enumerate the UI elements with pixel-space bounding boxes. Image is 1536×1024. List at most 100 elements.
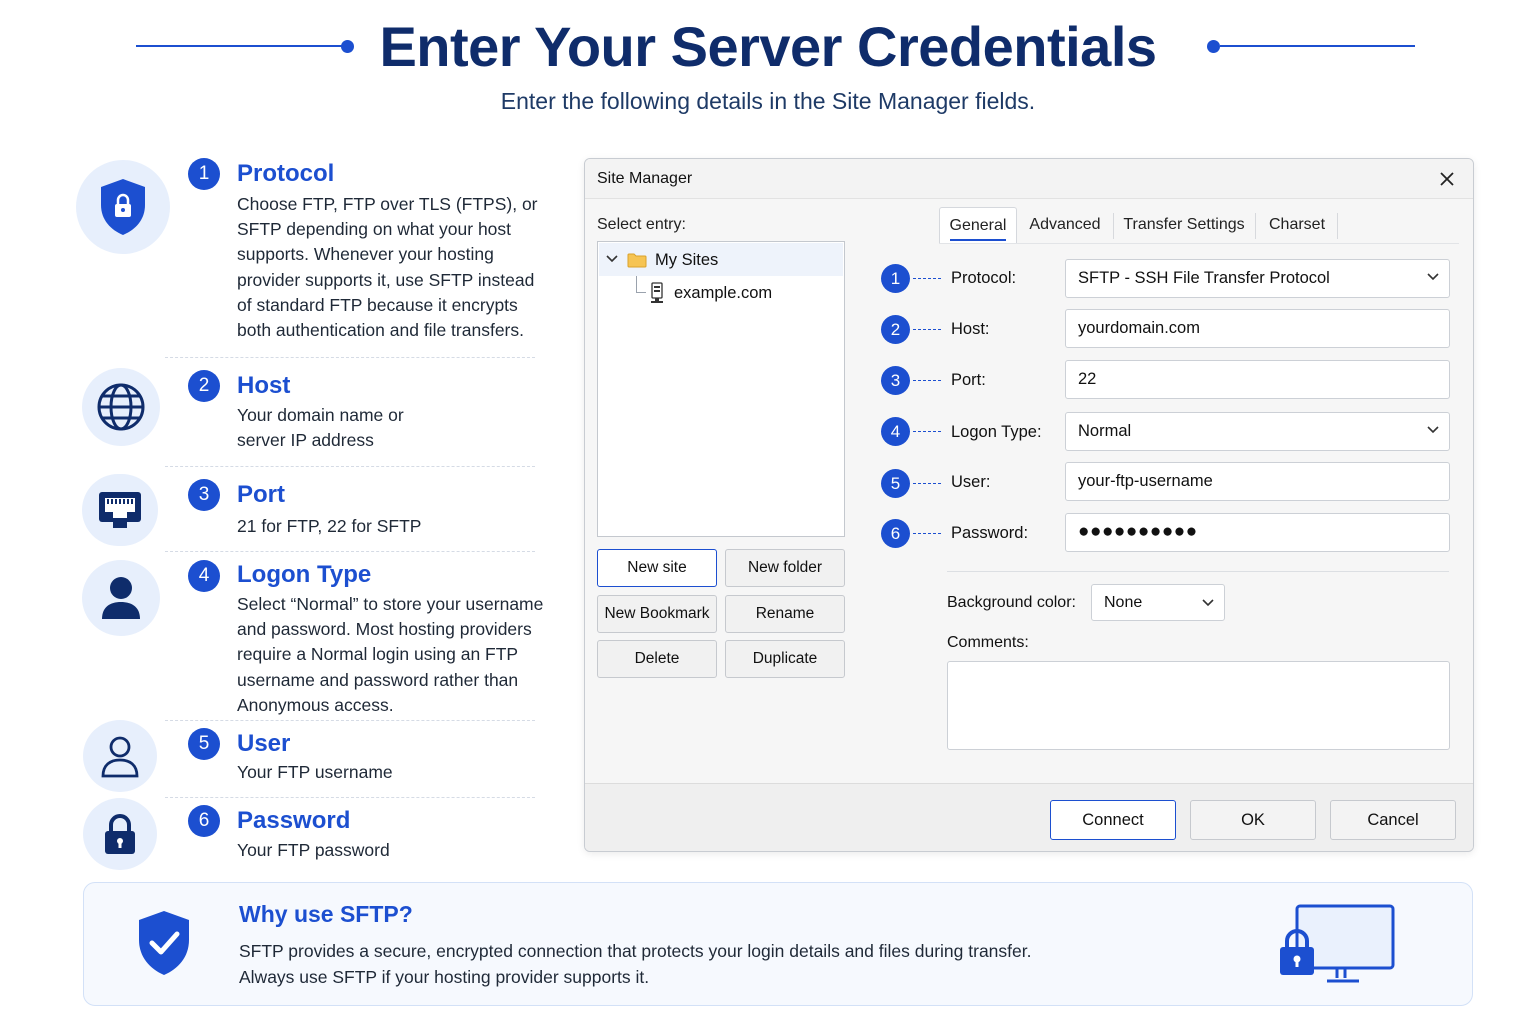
- step-description: 21 for FTP, 22 for SFTP: [237, 516, 422, 536]
- network-port-icon: [82, 474, 158, 546]
- background-color-label: Background color:: [947, 594, 1076, 611]
- step-divider: [165, 551, 535, 552]
- duplicate-button[interactable]: Duplicate: [725, 640, 845, 678]
- user-outline-icon: [83, 720, 157, 792]
- field-number-badge: 5: [881, 469, 910, 498]
- new-site-button[interactable]: New site: [597, 549, 717, 587]
- rename-button[interactable]: Rename: [725, 595, 845, 633]
- new-folder-button[interactable]: New folder: [725, 549, 845, 587]
- why-sftp-panel: Why use SFTP? SFTP provides a secure, en…: [83, 882, 1473, 1006]
- step-number: 6: [188, 805, 220, 837]
- tab-divider: [1113, 213, 1114, 239]
- page-subtitle: Enter the following details in the Site …: [500, 88, 1036, 114]
- step-title: Protocol: [237, 160, 335, 187]
- comments-label: Comments:: [947, 634, 1029, 651]
- field-number-badge: 6: [881, 519, 910, 548]
- protocol-label: Protocol:: [951, 269, 1017, 287]
- padlock-icon: [83, 798, 157, 870]
- comments-textarea[interactable]: [947, 661, 1450, 750]
- server-icon: [651, 282, 663, 303]
- step-number: 5: [188, 728, 220, 760]
- step-protocol: 1 Protocol Choose FTP, FTP over TLS (FTP…: [70, 158, 550, 358]
- tab-charset[interactable]: Charset: [1259, 207, 1335, 243]
- field-number-badge: 3: [881, 366, 910, 395]
- tree-item-my-sites[interactable]: My Sites: [599, 243, 843, 276]
- tab-divider: [1337, 213, 1338, 239]
- globe-icon: [82, 368, 160, 446]
- chevron-down-icon: [1427, 426, 1439, 434]
- step-port: 3 Port 21 for FTP, 22 for SFTP: [70, 474, 550, 549]
- dialog-titlebar: Site Manager: [585, 159, 1473, 199]
- password-label: Password:: [951, 524, 1029, 542]
- dialog-title: Site Manager: [597, 170, 693, 187]
- connect-button[interactable]: Connect: [1050, 800, 1176, 840]
- section-divider: [947, 571, 1449, 572]
- chevron-down-icon: [1427, 273, 1439, 281]
- tab-divider: [1255, 213, 1256, 239]
- field-number-badge: 4: [881, 417, 910, 446]
- field-connector: [913, 533, 941, 534]
- tab-general[interactable]: General: [939, 207, 1017, 243]
- field-number-badge: 2: [881, 315, 910, 344]
- delete-button[interactable]: Delete: [597, 640, 717, 678]
- step-description: Choose FTP, FTP over TLS (FTPS), or SFTP…: [237, 194, 538, 341]
- new-bookmark-button[interactable]: New Bookmark: [597, 595, 717, 633]
- step-divider: [165, 357, 535, 358]
- why-description: SFTP provides a secure, encrypted connec…: [239, 938, 1031, 990]
- step-description: Your domain name or server IP address: [237, 405, 404, 451]
- select-entry-label: Select entry:: [597, 216, 686, 233]
- field-number-badge: 1: [881, 264, 910, 293]
- tree-item-example-com[interactable]: example.com: [674, 284, 772, 303]
- field-connector: [913, 278, 941, 279]
- password-input[interactable]: ●●●●●●●●●●: [1065, 513, 1450, 552]
- logon-type-label: Logon Type:: [951, 423, 1042, 441]
- field-connector: [913, 329, 941, 330]
- background-color-select[interactable]: None: [1091, 584, 1225, 621]
- step-title: Password: [237, 807, 351, 834]
- protocol-value: SFTP - SSH File Transfer Protocol: [1078, 269, 1330, 287]
- host-input[interactable]: yourdomain.com: [1065, 309, 1450, 348]
- field-connector: [913, 380, 941, 381]
- tree-connector: [636, 292, 646, 293]
- step-description: Select “Normal” to store your username a…: [237, 594, 544, 715]
- tree-item-label: My Sites: [655, 251, 719, 269]
- folder-icon: [627, 253, 647, 268]
- port-input[interactable]: 22: [1065, 360, 1450, 399]
- user-label: User:: [951, 473, 991, 491]
- step-title: User: [237, 730, 291, 757]
- tabs-underline: [939, 243, 1459, 244]
- field-connector: [913, 431, 941, 432]
- step-description: Your FTP username: [237, 762, 393, 782]
- chevron-down-icon[interactable]: [606, 254, 618, 264]
- why-line-2: Always use SFTP if your hosting provider…: [239, 967, 650, 987]
- host-label: Host:: [951, 320, 990, 338]
- step-title: Logon Type: [237, 561, 372, 588]
- logon-type-value: Normal: [1078, 422, 1132, 440]
- shield-check-icon: [139, 911, 189, 975]
- why-title: Why use SFTP?: [239, 901, 413, 927]
- background-color-value: None: [1104, 594, 1143, 611]
- logon-type-select[interactable]: Normal: [1065, 412, 1450, 451]
- step-number: 1: [188, 158, 220, 190]
- step-description: Your FTP password: [237, 840, 390, 860]
- secure-computer-icon: [1280, 904, 1395, 983]
- field-connector: [913, 483, 941, 484]
- header-line-right: [1220, 45, 1415, 47]
- protocol-select[interactable]: SFTP - SSH File Transfer Protocol: [1065, 259, 1450, 298]
- close-icon[interactable]: [1433, 165, 1461, 193]
- site-manager-dialog: Site Manager Select entry: My Sites exam…: [584, 158, 1474, 852]
- port-label: Port:: [951, 371, 986, 389]
- user-input[interactable]: your-ftp-username: [1065, 462, 1450, 501]
- site-tree[interactable]: My Sites example.com: [597, 241, 845, 537]
- dialog-footer: Connect OK Cancel: [585, 783, 1473, 851]
- step-divider: [165, 466, 535, 467]
- shield-lock-icon: [76, 160, 170, 254]
- tab-advanced[interactable]: Advanced: [1021, 207, 1109, 243]
- cancel-button[interactable]: Cancel: [1330, 800, 1456, 840]
- step-number: 2: [188, 370, 220, 402]
- tab-transfer-settings[interactable]: Transfer Settings: [1117, 207, 1251, 243]
- step-title: Port: [237, 481, 285, 508]
- ok-button[interactable]: OK: [1190, 800, 1316, 840]
- why-line-1: SFTP provides a secure, encrypted connec…: [239, 941, 1032, 961]
- chevron-down-icon: [1202, 599, 1214, 607]
